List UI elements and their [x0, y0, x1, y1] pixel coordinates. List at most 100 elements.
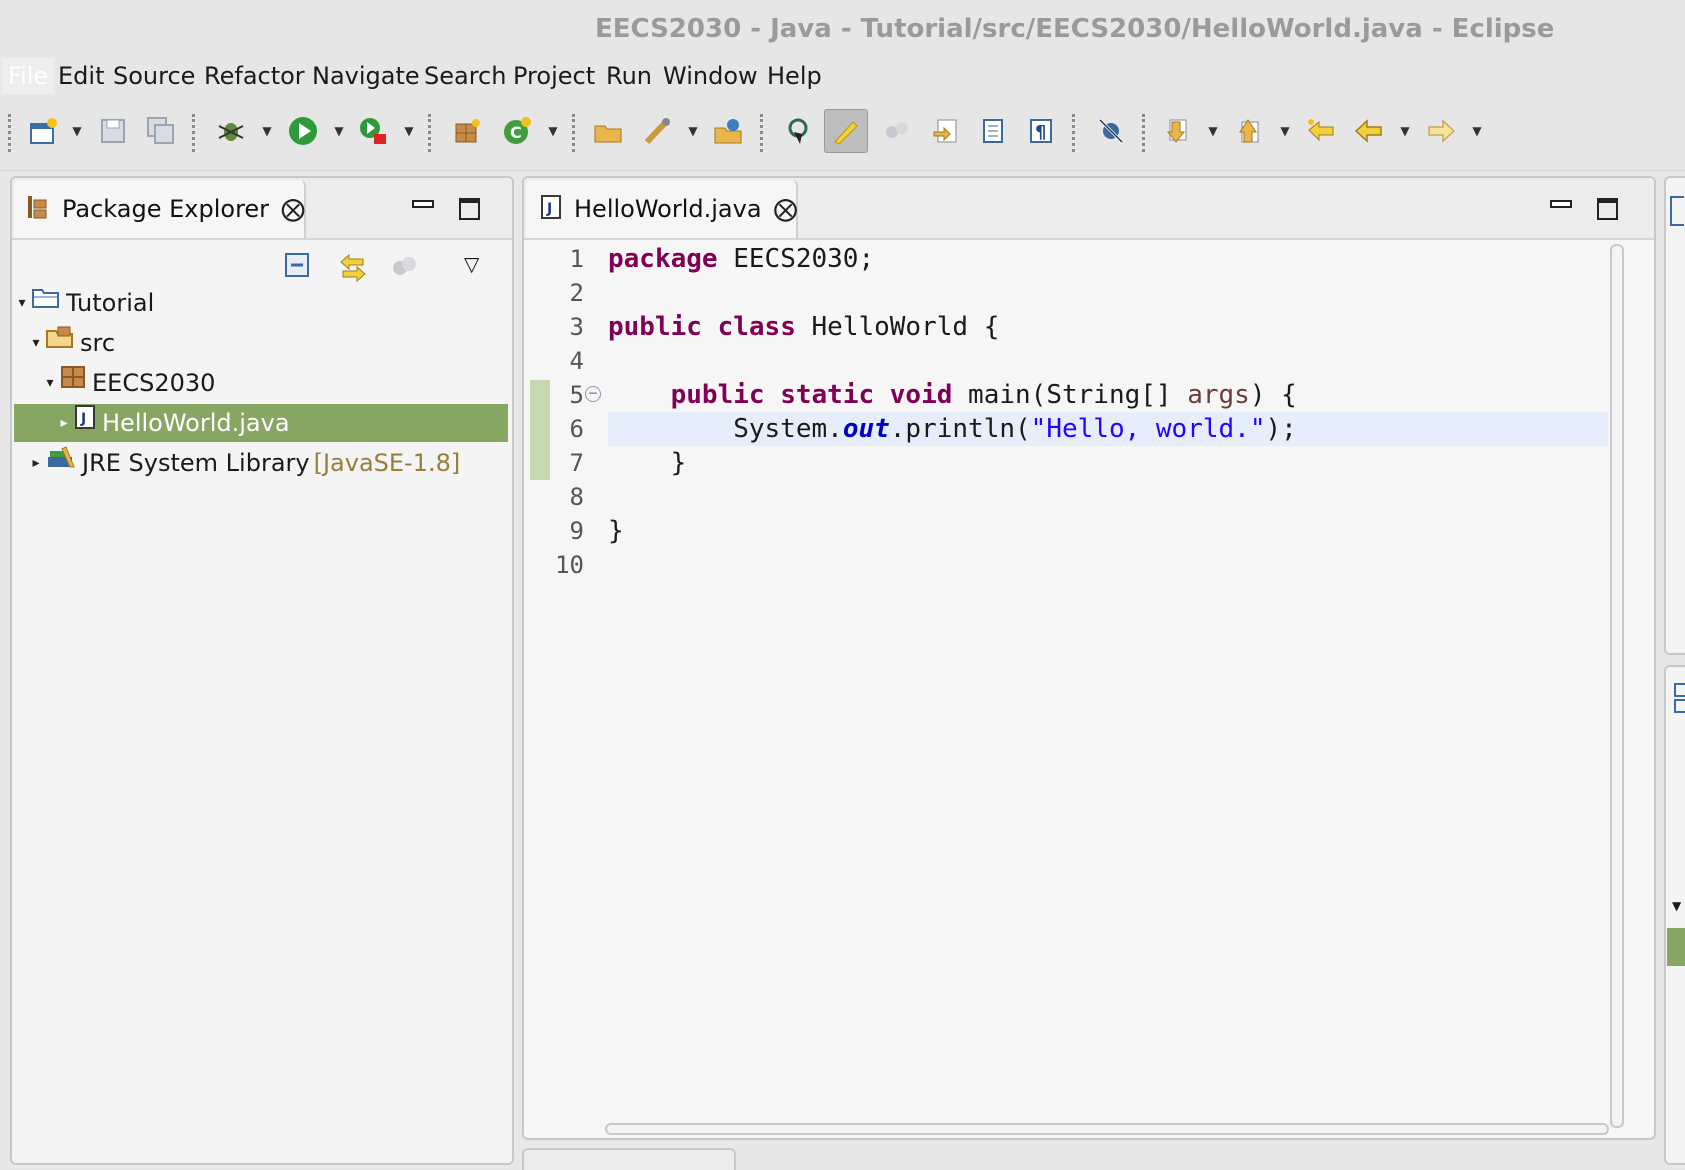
vertical-scrollbar[interactable]: [1610, 244, 1624, 1128]
toggle-mark-occurrences-icon[interactable]: [824, 109, 868, 153]
code-line-1[interactable]: package EECS2030;: [608, 242, 874, 276]
tree-label: JRE System Library: [82, 449, 310, 477]
dropdown-icon[interactable]: ▼: [1672, 899, 1681, 913]
external-tool-dropdown-icon[interactable]: ▼: [402, 114, 416, 148]
menu-edit[interactable]: Edit: [58, 58, 104, 94]
expanded-triangle-icon[interactable]: ▾: [44, 364, 56, 402]
maximize-icon[interactable]: [1597, 198, 1618, 220]
new-dropdown-icon[interactable]: ▼: [70, 114, 84, 148]
new-class-dropdown-icon[interactable]: ▼: [546, 114, 560, 148]
tree-item-tutorial[interactable]: ▾ Tutorial: [16, 284, 510, 322]
forward-dropdown-icon[interactable]: ▼: [1470, 114, 1484, 148]
debug-icon[interactable]: [214, 114, 248, 148]
fold-collapse-icon[interactable]: −: [585, 386, 601, 402]
tab-helloworld-java[interactable]: J HelloWorld.java ⨂: [526, 180, 798, 238]
title-bar: EECS2030 - Java - Tutorial/src/EECS2030/…: [0, 0, 1685, 58]
horizontal-scrollbar[interactable]: [605, 1123, 1609, 1135]
tab-package-explorer[interactable]: Package Explorer ⨂: [14, 180, 306, 238]
package-explorer-header: Package Explorer ⨂: [12, 178, 512, 240]
next-edit-icon[interactable]: [1160, 114, 1194, 148]
task-dropdown-icon[interactable]: ▼: [686, 114, 700, 148]
toolbar-separator: [192, 114, 198, 152]
code-text: ) {: [1249, 380, 1297, 410]
toolbar-separator: [8, 114, 14, 152]
java-file-icon: J: [74, 404, 96, 443]
code-line-7[interactable]: }: [608, 446, 687, 480]
forward-icon[interactable]: [1424, 114, 1458, 148]
tree-item-jre-system-library[interactable]: ▸ JRE System Library [JavaSE-1.8]: [30, 444, 510, 482]
code-text: EECS2030;: [717, 244, 875, 274]
minimize-icon[interactable]: [1550, 200, 1572, 208]
toolbar-separator: [760, 114, 766, 152]
tree-item-eecs2030[interactable]: ▾ EECS2030: [44, 364, 510, 402]
menu-window[interactable]: Window: [663, 58, 758, 94]
line-number: 7: [569, 449, 584, 477]
toggle-block-selection-icon[interactable]: [880, 114, 914, 148]
last-edit-location-icon[interactable]: [1304, 114, 1338, 148]
collapse-all-icon[interactable]: [284, 252, 314, 286]
code-line-5[interactable]: public static void main(String[] args) {: [608, 378, 1297, 412]
line-number: 10: [555, 551, 584, 579]
menu-refactor[interactable]: Refactor: [204, 58, 305, 94]
menu-source[interactable]: Source: [113, 58, 195, 94]
debug-dropdown-icon[interactable]: ▼: [260, 114, 274, 148]
code-line-6[interactable]: System.out.println("Hello, world.");: [608, 412, 1297, 446]
menu-file[interactable]: File: [2, 58, 55, 94]
skip-all-breakpoints-icon[interactable]: [1094, 114, 1128, 148]
back-dropdown-icon[interactable]: ▼: [1398, 114, 1412, 148]
close-icon[interactable]: ⨂: [281, 195, 305, 223]
static-field: out: [842, 414, 890, 444]
show-whitespace-icon[interactable]: ¶: [1024, 114, 1058, 148]
previous-edit-dropdown-icon[interactable]: ▼: [1278, 114, 1292, 148]
menu-run[interactable]: Run: [606, 58, 652, 94]
toolbar-separator: [572, 114, 578, 152]
menu-navigate[interactable]: Navigate: [312, 58, 420, 94]
outline-view-edge[interactable]: [1664, 176, 1685, 699]
new-java-class-icon[interactable]: C: [500, 114, 534, 148]
new-wizard-icon[interactable]: [26, 114, 60, 148]
code-text: HelloWorld {: [795, 312, 1000, 342]
search-icon[interactable]: [712, 114, 746, 148]
run-external-tool-icon[interactable]: [356, 114, 390, 148]
previous-edit-icon[interactable]: [1232, 114, 1266, 148]
run-icon[interactable]: [286, 114, 320, 148]
minimize-icon[interactable]: [412, 200, 434, 208]
close-icon[interactable]: ⨂: [774, 195, 798, 223]
collapsed-triangle-icon[interactable]: ▸: [58, 404, 70, 442]
expanded-triangle-icon[interactable]: ▾: [16, 284, 28, 322]
svg-text:J: J: [546, 201, 552, 217]
svg-text:C: C: [510, 123, 522, 142]
menu-project[interactable]: Project: [513, 58, 595, 94]
collapsed-triangle-icon[interactable]: ▸: [30, 444, 42, 482]
back-icon[interactable]: [1352, 114, 1386, 148]
bottom-panel-tab-edge[interactable]: [522, 1148, 736, 1170]
link-with-editor-icon[interactable]: [337, 252, 369, 286]
tree-item-src[interactable]: ▾ src: [30, 324, 510, 362]
focus-working-set-icon[interactable]: [390, 254, 420, 284]
tree-item-helloworld-java[interactable]: ▸ J HelloWorld.java: [14, 404, 508, 442]
maximize-icon[interactable]: [459, 198, 480, 220]
menu-help[interactable]: Help: [767, 58, 822, 94]
task-view-edge[interactable]: ▼: [1664, 665, 1685, 1165]
code-line-3[interactable]: public class HelloWorld {: [608, 310, 999, 344]
open-type-icon[interactable]: [592, 114, 626, 148]
jre-version-decoration: [JavaSE-1.8]: [313, 449, 461, 477]
run-dropdown-icon[interactable]: ▼: [332, 114, 346, 148]
keyword: public: [670, 380, 765, 410]
previous-annotation-icon[interactable]: [976, 114, 1010, 148]
next-annotation-icon[interactable]: [928, 114, 962, 148]
next-edit-dropdown-icon[interactable]: ▼: [1206, 114, 1220, 148]
tab-label: Package Explorer: [62, 195, 270, 223]
toggle-breadcrumb-icon[interactable]: [782, 114, 816, 148]
line-number: 2: [569, 279, 584, 307]
code-line-9[interactable]: }: [608, 514, 624, 548]
new-java-package-icon[interactable]: [450, 114, 484, 148]
save-icon[interactable]: [96, 114, 130, 148]
menu-search[interactable]: Search: [424, 58, 506, 94]
save-all-icon[interactable]: [144, 114, 178, 148]
line-number: 9: [569, 517, 584, 545]
package-explorer-view: Package Explorer ⨂ ▽ ▾ Tutorial ▾ src ▾ …: [10, 176, 514, 1165]
open-task-icon[interactable]: [640, 114, 674, 148]
view-menu-icon[interactable]: ▽: [464, 252, 479, 276]
expanded-triangle-icon[interactable]: ▾: [30, 324, 42, 362]
